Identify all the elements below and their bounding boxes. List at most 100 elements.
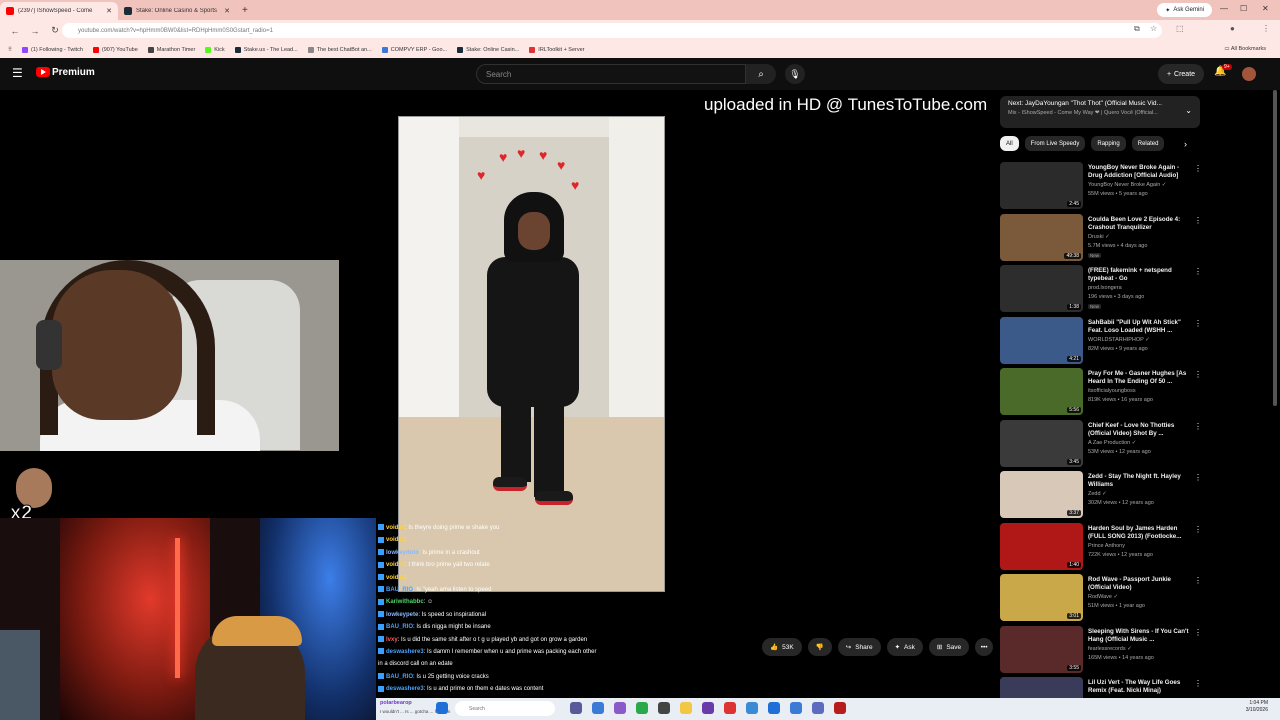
chip-rapping[interactable]: Rapping: [1091, 136, 1126, 151]
bookmark-item[interactable]: Marathon Timer: [147, 46, 195, 53]
tab-stake[interactable]: Stake: Online Casino & Sports ✕: [118, 2, 236, 20]
recommendation-item[interactable]: 4:21 SahBabii "Pull Up Wit Ah Stick" Feat…: [1000, 316, 1202, 368]
bookmark-item[interactable]: COMPVY ERP - Goo...: [381, 46, 447, 53]
bookmark-item[interactable]: (1) Following - Twitch: [22, 46, 83, 53]
channel-name[interactable]: RodWave ✓: [1088, 594, 1118, 600]
channel-name[interactable]: fearlessrecords ✓: [1088, 646, 1132, 652]
avatar[interactable]: [1242, 67, 1256, 81]
app-icon[interactable]: [592, 702, 604, 714]
more-options-icon[interactable]: ⋮: [1194, 422, 1202, 431]
app-icon[interactable]: [658, 702, 670, 714]
more-options-icon[interactable]: ⋮: [1194, 473, 1202, 482]
channel-name[interactable]: Zedd ✓: [1088, 491, 1107, 497]
recommendation-item[interactable]: 3:45 Chief Keef - Love No Thotties (Offic…: [1000, 419, 1202, 471]
more-options-icon[interactable]: ⋮: [1194, 164, 1202, 173]
recommendation-item[interactable]: 3:55 Sleeping With Sirens - If You Can't …: [1000, 625, 1202, 677]
close-tab-icon[interactable]: ✕: [224, 7, 230, 15]
bookmark-item[interactable]: The best ChatBot an...: [307, 46, 372, 53]
save-button[interactable]: ⊞ Save: [928, 638, 970, 656]
recommendation-item[interactable]: 1:40 Harden Soul by James Harden (FULL SO…: [1000, 522, 1202, 574]
app-icon[interactable]: [746, 702, 758, 714]
video-frame[interactable]: ♥ ♥ ♥ ♥ ♥ ♥: [398, 116, 665, 592]
video-thumbnail[interactable]: 3:45: [1000, 419, 1083, 467]
search-button[interactable]: ⌕: [746, 64, 776, 84]
app-icon[interactable]: [570, 702, 582, 714]
recommendation-item[interactable]: 1:38 (FREE) fakemink + netspend typebeat …: [1000, 264, 1202, 316]
channel-name[interactable]: Druski ✓: [1088, 234, 1110, 240]
video-thumbnail[interactable]: 3:01: [1000, 574, 1083, 621]
more-options-icon[interactable]: ⋮: [1194, 576, 1202, 585]
bookmark-item[interactable]: (907) YouTube: [92, 46, 138, 53]
channel-name[interactable]: YoungBoy Never Broke Again ✓: [1088, 182, 1166, 188]
chip-from-live-speedy[interactable]: From Live Speedy: [1024, 136, 1086, 151]
app-icon[interactable]: [614, 702, 626, 714]
recommendation-item[interactable]: 2:45 YoungBoy Never Broke Again - Drug Ad…: [1000, 161, 1202, 213]
taskbar-search[interactable]: Search: [455, 701, 555, 716]
recommendation-item[interactable]: 5:56 Pray For Me - Gasner Hughes [As Hear…: [1000, 367, 1202, 419]
forward-icon[interactable]: →: [30, 26, 40, 36]
youtube-logo-icon[interactable]: [36, 67, 50, 77]
more-options-icon[interactable]: ⋮: [1194, 370, 1202, 379]
ask-gemini-button[interactable]: ✦ Ask Gemini: [1157, 3, 1212, 17]
back-icon[interactable]: ←: [10, 26, 20, 36]
video-thumbnail[interactable]: 1:40: [1000, 522, 1083, 570]
ask-button[interactable]: ✦ Ask: [886, 638, 923, 656]
bookmark-item[interactable]: IRLToolkit + Server: [529, 46, 585, 53]
taskbar-clock[interactable]: 1:04 PM 3/10/2026: [1246, 700, 1268, 714]
up-next-card[interactable]: Next: JayDaYoungan "Thot Thot" (Official…: [1000, 96, 1200, 128]
search-input[interactable]: Search: [476, 64, 746, 84]
more-options-icon[interactable]: ⋮: [1194, 525, 1202, 534]
chip-all[interactable]: All: [1000, 136, 1019, 151]
bookmark-item[interactable]: Stake.us - The Lead...: [234, 46, 298, 53]
new-tab-button[interactable]: +: [242, 5, 248, 16]
profile-icon[interactable]: ●: [1230, 24, 1235, 33]
recommendation-item[interactable]: 3:01 Rod Wave - Passport Junkie (Official…: [1000, 573, 1202, 625]
more-options-icon[interactable]: ⋮: [1194, 628, 1202, 637]
channel-name[interactable]: A Zae Production ✓: [1088, 440, 1136, 446]
recommendation-item[interactable]: 3:37 Zedd - Stay The Night ft. Hayley Wil…: [1000, 470, 1202, 522]
apps-icon[interactable]: ⠿: [8, 47, 12, 53]
hamburger-menu-icon[interactable]: ☰: [12, 66, 23, 80]
bookmark-star-icon[interactable]: ☆: [1150, 24, 1157, 33]
chip-related[interactable]: Related: [1131, 136, 1165, 151]
extensions-icon[interactable]: ⬚: [1176, 24, 1184, 33]
app-icon[interactable]: [702, 702, 714, 714]
scrollbar[interactable]: [1273, 90, 1277, 406]
more-options-icon[interactable]: ⋮: [1194, 319, 1202, 328]
minimize-icon[interactable]: —: [1220, 4, 1228, 13]
chevron-down-icon[interactable]: ⌄: [1185, 106, 1192, 115]
youtube-brand[interactable]: Premium: [52, 67, 95, 78]
video-thumbnail[interactable]: 2:45: [1000, 162, 1083, 209]
folder-icon[interactable]: [680, 702, 692, 714]
more-options-icon[interactable]: ⋮: [1194, 267, 1202, 276]
more-actions-button[interactable]: •••: [975, 638, 994, 656]
app-icon[interactable]: [812, 702, 824, 714]
bookmark-item[interactable]: Kick: [205, 46, 225, 53]
app-icon[interactable]: [834, 702, 846, 714]
more-options-icon[interactable]: ⋮: [1194, 679, 1202, 688]
app-icon[interactable]: [790, 702, 802, 714]
menu-icon[interactable]: ⋮: [1262, 24, 1270, 33]
maximize-icon[interactable]: ☐: [1240, 4, 1247, 13]
create-button[interactable]: + Create: [1158, 64, 1204, 84]
edge-icon[interactable]: [768, 702, 780, 714]
reload-icon[interactable]: ↻: [50, 25, 60, 36]
video-thumbnail[interactable]: 49:38: [1000, 213, 1083, 261]
more-options-icon[interactable]: ⋮: [1194, 216, 1202, 225]
all-bookmarks[interactable]: ▭ All Bookmarks: [1224, 46, 1266, 52]
video-thumbnail[interactable]: 3:55: [1000, 625, 1083, 673]
bookmark-item[interactable]: Stake: Online Casin...: [457, 46, 519, 53]
tab-youtube[interactable]: (2397) IShowSpeed - Come ✕: [0, 2, 118, 20]
share-button[interactable]: ↪ Share: [837, 638, 881, 656]
video-thumbnail[interactable]: 3:37: [1000, 471, 1083, 518]
channel-name[interactable]: itsofficialyoungboss: [1088, 388, 1136, 394]
channel-name[interactable]: prod.lxongera: [1088, 285, 1122, 291]
channel-name[interactable]: Prince Anthony: [1088, 543, 1125, 549]
close-window-icon[interactable]: ✕: [1262, 4, 1269, 13]
app-icon[interactable]: [724, 702, 736, 714]
channel-name[interactable]: WORLDSTARHIPHOP ✓: [1088, 337, 1150, 343]
like-button[interactable]: 👍 53K: [762, 638, 802, 656]
windows-start-icon[interactable]: [436, 702, 448, 714]
video-thumbnail[interactable]: 1:38: [1000, 265, 1083, 312]
chrome-icon[interactable]: [636, 702, 648, 714]
